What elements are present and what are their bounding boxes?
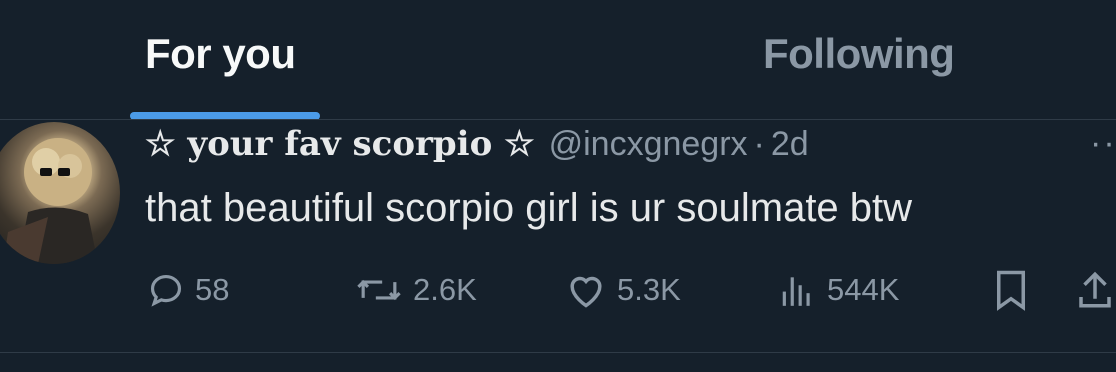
tweet-actions: 58 2.6K 5.3K 544K [145,262,1116,322]
bookmark-icon [997,270,1025,311]
repost-button[interactable]: 2.6K [355,262,477,318]
tab-for-you[interactable]: For you [145,30,296,78]
tabs-divider [0,119,1116,120]
share-button[interactable] [1075,262,1115,318]
repost-icon [357,279,401,301]
like-icon [570,276,602,308]
avatar[interactable] [0,122,120,264]
tab-following[interactable]: Following [763,30,955,78]
reply-count: 58 [195,272,230,307]
display-name[interactable]: ☆ your fav scorpio ☆ [145,124,535,164]
like-button[interactable]: 5.3K [565,262,681,318]
views-button[interactable]: 544K [777,262,899,318]
user-handle[interactable]: @incxgnegrx [549,125,748,164]
timestamp[interactable]: 2d [771,125,809,164]
avatar-image [3,138,98,264]
reply-button[interactable]: 58 [147,262,229,318]
reply-icon [150,274,182,307]
view-count: 544K [827,272,900,307]
bookmark-button[interactable] [993,262,1029,318]
separator-dot: · [753,125,765,163]
tweet-text: that beautiful scorpio girl is ur soulma… [145,186,913,230]
views-icon [782,277,810,306]
tweet-header: ☆ your fav scorpio ☆ @incxgnegrx · 2d [145,124,809,164]
like-count: 5.3K [617,272,681,307]
repost-count: 2.6K [413,272,477,307]
more-icon[interactable]: ·· [1090,124,1116,163]
tweet-divider [0,352,1116,353]
timeline-tabs: For you Following [0,0,1116,120]
share-icon [1079,271,1111,308]
